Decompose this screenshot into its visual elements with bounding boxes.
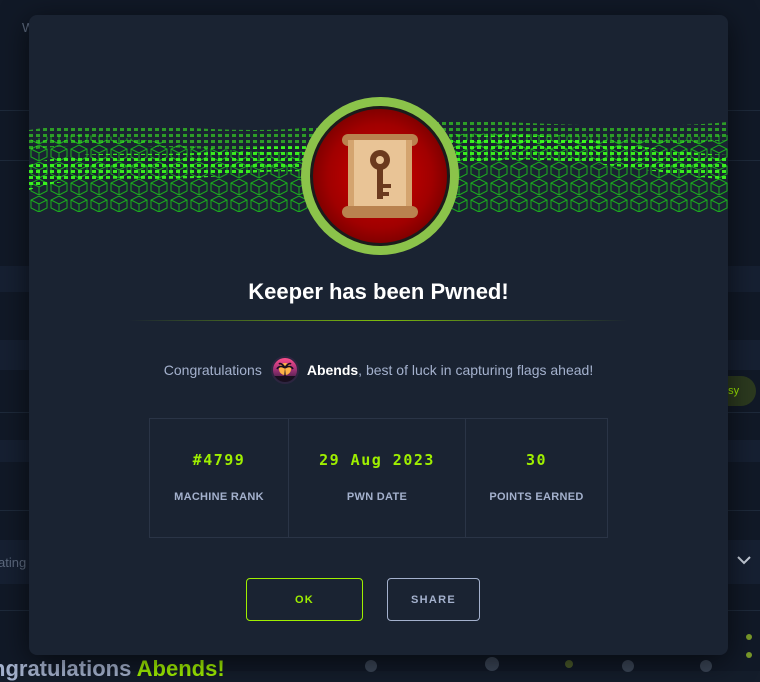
machine-avatar [301, 97, 459, 255]
stat-label: PWN DATE [346, 491, 408, 503]
bg-dot [746, 652, 752, 658]
stat-label: POINTS EARNED [489, 491, 584, 503]
chevron-down-icon[interactable] [734, 548, 754, 572]
stat-points-earned: 30 POINTS EARNED [466, 419, 607, 537]
bg-dot [485, 657, 499, 671]
modal-title: Keeper has been Pwned! [248, 279, 509, 304]
bg-filter-text: ating [0, 555, 27, 570]
bg-dot [365, 660, 377, 672]
congrats-prefix: Congratulations [163, 362, 262, 378]
stat-value: #4799 [192, 451, 246, 469]
bg-congrats-heading: ngratulations Abends! [0, 656, 225, 682]
bg-congrats-prefix: ngratulations [0, 656, 137, 681]
share-button[interactable]: SHARE [387, 578, 480, 621]
bg-dot [565, 660, 573, 668]
bg-dot [700, 660, 712, 672]
palm-sunset-avatar [272, 362, 297, 382]
congrats-suffix: , best of luck in capturing flags ahead! [358, 362, 594, 378]
stat-pwn-date: 29 Aug 2023 PWN DATE [289, 419, 466, 537]
user-avatar [270, 356, 299, 384]
congrats-message: Congratulations Abends , best of luck in… [29, 356, 728, 384]
stat-value: 29 Aug 2023 [319, 451, 435, 469]
stats-panel: #4799 MACHINE RANK 29 Aug 2023 PWN DATE … [149, 418, 608, 538]
title-divider [129, 320, 628, 321]
stat-value: 30 [525, 451, 548, 469]
stat-label: MACHINE RANK [174, 491, 264, 503]
scroll-key-icon [342, 134, 418, 218]
bg-congrats-name: Abends! [136, 656, 225, 681]
pwned-modal: Keeper has been Pwned! Congratulations A… [29, 15, 728, 655]
bg-dot [746, 634, 752, 640]
ok-button[interactable]: OK [246, 578, 363, 621]
username[interactable]: Abends [307, 362, 358, 378]
stat-machine-rank: #4799 MACHINE RANK [150, 419, 289, 537]
bg-dot [622, 660, 634, 672]
